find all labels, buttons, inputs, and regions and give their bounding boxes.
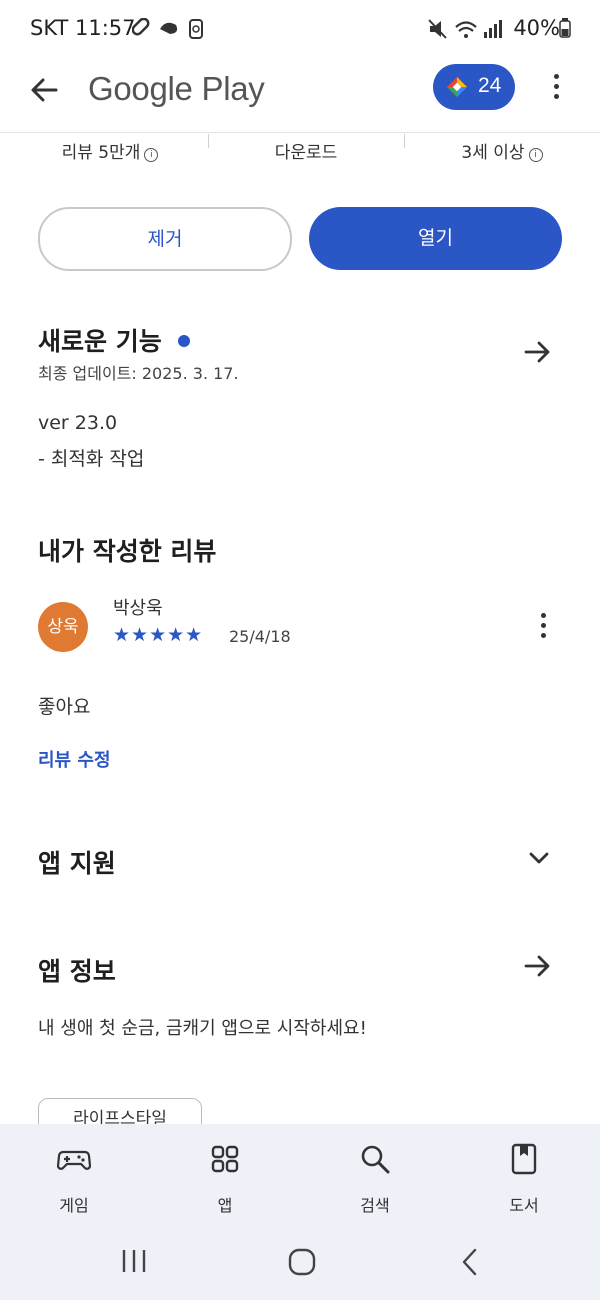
notification-icons xyxy=(132,18,203,39)
review-text: 좋아요 xyxy=(38,696,91,718)
back-nav-icon[interactable] xyxy=(460,1248,480,1276)
recent-apps-icon[interactable] xyxy=(120,1248,150,1274)
stat-age-rating-label: 3세 이상 xyxy=(461,143,525,163)
avatar: 상욱 xyxy=(38,602,88,652)
version-text: ver 23.0 xyxy=(38,412,118,434)
stat-downloads: 다운로드 xyxy=(236,138,376,163)
google-play-logo: Google Play xyxy=(88,70,265,107)
nav-games[interactable]: 게임 xyxy=(19,1124,129,1220)
app-bar: Google Play 24 xyxy=(0,56,600,133)
system-navigation-bar xyxy=(0,1220,600,1300)
stats-divider xyxy=(404,134,405,148)
play-points-count: 24 xyxy=(478,74,502,97)
back-arrow-icon[interactable] xyxy=(28,74,60,106)
arrow-right-icon[interactable] xyxy=(522,337,552,367)
review-date: 25/4/18 xyxy=(229,627,291,646)
edit-review-link[interactable]: 리뷰 수정 xyxy=(38,746,111,772)
search-icon xyxy=(361,1145,390,1174)
my-review-title: 내가 작성한 리뷰 xyxy=(38,537,217,566)
battery-percent: 40% xyxy=(513,16,560,40)
whats-new-title: 새로운 기능 xyxy=(38,322,191,358)
stat-reviews-label: 리뷰 5만개 xyxy=(61,143,141,163)
last-updated: 최종 업데이트: 2025. 3. 17. xyxy=(38,364,239,383)
nav-search[interactable]: 검색 xyxy=(320,1124,430,1220)
uninstall-button[interactable]: 제거 xyxy=(38,207,292,271)
play-points-icon xyxy=(447,77,467,97)
arrow-right-icon[interactable] xyxy=(522,951,552,981)
chevron-down-icon[interactable] xyxy=(524,844,554,874)
nav-apps-label: 앱 xyxy=(217,1196,233,1215)
nav-games-label: 게임 xyxy=(59,1196,89,1215)
new-dot-icon xyxy=(178,335,191,347)
gamepad-icon xyxy=(57,1150,91,1170)
status-system-icons xyxy=(428,19,502,39)
battery-icon xyxy=(559,18,571,38)
review-author: 박상욱 xyxy=(113,598,163,619)
apps-grid-icon xyxy=(211,1145,239,1173)
stat-downloads-label: 다운로드 xyxy=(274,143,338,163)
more-options-icon[interactable] xyxy=(552,74,560,104)
nav-books[interactable]: 도서 xyxy=(469,1124,579,1220)
review-stars: ★★★★★ xyxy=(113,624,204,646)
nav-books-label: 도서 xyxy=(509,1196,539,1215)
status-bar: SKT 11:57 40% xyxy=(0,0,600,56)
bottom-navigation: 게임 앱 검색 도서 xyxy=(0,1124,600,1220)
book-icon xyxy=(511,1143,537,1175)
app-info-title: 앱 정보 xyxy=(38,957,116,986)
nav-apps[interactable]: 앱 xyxy=(170,1124,280,1220)
open-button[interactable]: 열기 xyxy=(309,207,562,270)
app-description: 내 생애 첫 순금, 금캐기 앱으로 시작하세요! xyxy=(38,1018,367,1039)
stat-age-rating: 3세 이상 i xyxy=(432,138,572,163)
home-icon[interactable] xyxy=(288,1248,316,1276)
nav-search-label: 검색 xyxy=(360,1196,390,1215)
stat-reviews: 리뷰 5만개 i xyxy=(40,138,180,163)
status-carrier-time: SKT 11:57 xyxy=(30,16,136,40)
info-icon[interactable]: i xyxy=(144,148,159,162)
play-points-badge[interactable]: 24 xyxy=(433,64,515,110)
review-more-options-icon[interactable] xyxy=(539,613,547,643)
stats-divider xyxy=(208,134,209,148)
release-note: - 최적화 작업 xyxy=(38,448,145,470)
whats-new-title-text: 새로운 기능 xyxy=(38,327,162,356)
app-support-title[interactable]: 앱 지원 xyxy=(38,844,116,880)
info-icon[interactable]: i xyxy=(528,148,543,162)
